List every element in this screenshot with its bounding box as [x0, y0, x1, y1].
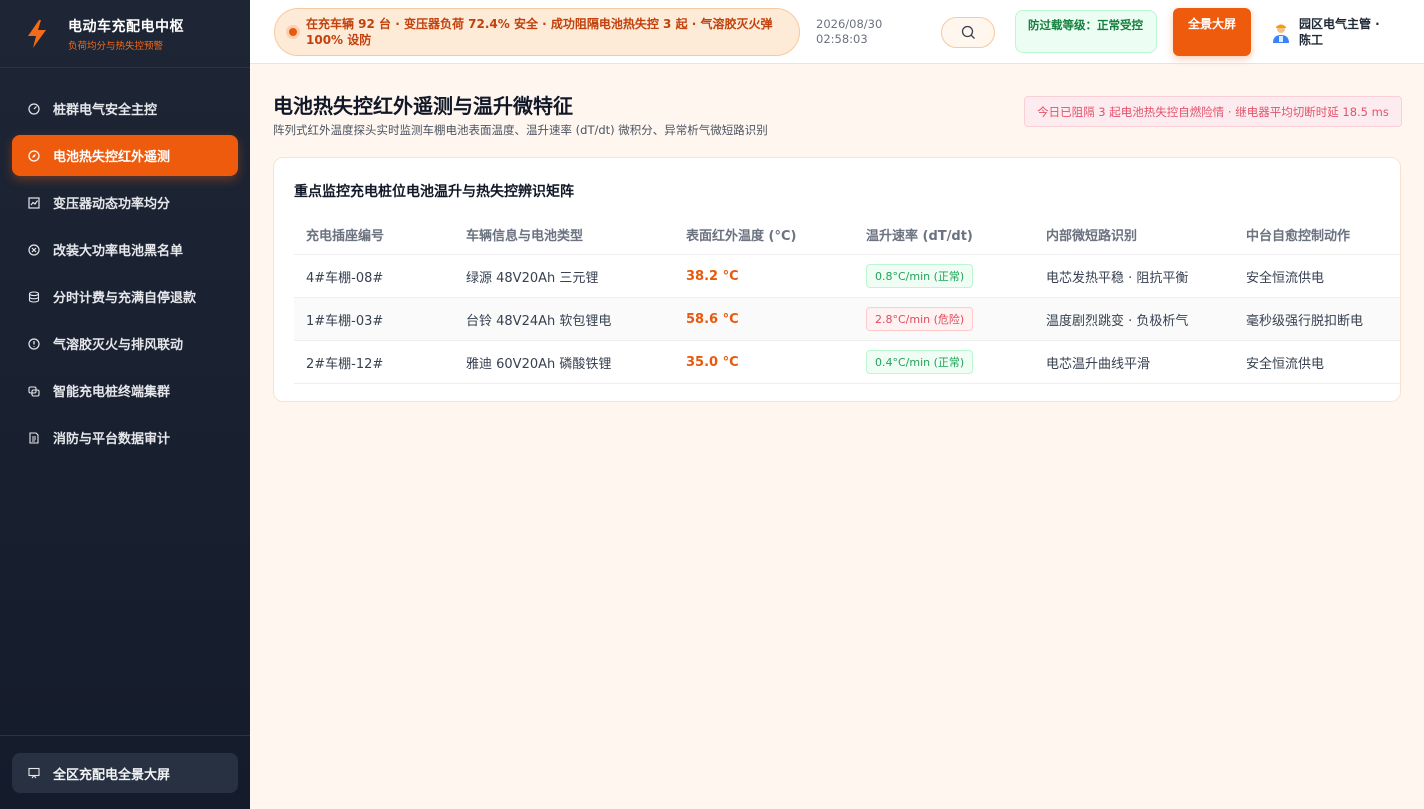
fullscreen-button[interactable]: 全景大屏 — [1173, 8, 1251, 56]
column-header-temperature: 表面红外温度 (°C) — [686, 229, 797, 244]
sidebar-item-label: 分时计费与充满自停退款 — [53, 291, 197, 306]
ban-icon — [28, 243, 40, 256]
status-banner: 在充车辆 92 台 · 变压器负荷 72.4% 安全 · 成功阻隔电池热失控 3… — [274, 8, 800, 56]
table-row[interactable]: 4#车棚-08# 绿源 48V20Ah 三元锂 38.2 °C 0.8°C/mi… — [294, 255, 1400, 298]
cell-action: 毫秒级强行脱扣断电 — [1246, 313, 1364, 329]
user-profile[interactable]: 园区电气主管 · 陈工 — [1271, 16, 1395, 48]
column-header-socket: 充电插座编号 — [306, 229, 385, 244]
cell-action: 安全恒流供电 — [1246, 356, 1325, 372]
lightning-icon — [28, 19, 46, 48]
page-description: 阵列式红外温度探头实时监测车棚电池表面温度、温升速率 (dT/dt) 微积分、异… — [273, 123, 768, 137]
search-icon — [961, 25, 975, 39]
top-header: 在充车辆 92 台 · 变压器负荷 72.4% 安全 · 成功阻隔电池热失控 3… — [250, 0, 1424, 64]
thermal-matrix-card: 重点监控充电桩位电池温升与热失控辨识矩阵 充电插座编号 车辆信息与电池类型 表面… — [273, 157, 1401, 402]
cell-vehicle: 绿源 48V20Ah 三元锂 — [466, 270, 599, 286]
rate-badge: 0.4°C/min (正常) — [866, 350, 974, 374]
column-header-vehicle: 车辆信息与电池类型 — [466, 229, 584, 244]
sidebar-item-label: 消防与平台数据审计 — [53, 432, 171, 447]
sidebar-item-terminal-cluster[interactable]: 智能充电桩终端集群 — [12, 370, 238, 411]
cell-rate: 0.8°C/min (正常) — [854, 264, 1034, 288]
alert-icon — [28, 337, 40, 350]
sidebar-item-label: 智能充电桩终端集群 — [53, 385, 171, 400]
sidebar-nav: 桩群电气安全主控 电池热失控红外遥测 变压器动态功率均分 改装大功率电池黑名单 … — [0, 68, 250, 458]
gauge-icon — [28, 102, 40, 115]
column-header-rate: 温升速率 (dT/dt) — [866, 229, 973, 244]
cell-temperature: 38.2 °C — [686, 268, 739, 284]
sidebar-item-label: 桩群电气安全主控 — [53, 103, 158, 118]
cell-rate: 0.4°C/min (正常) — [854, 350, 1034, 374]
sidebar-item-transformer-balance[interactable]: 变压器动态功率均分 — [12, 182, 238, 223]
sidebar-item-pile-safety[interactable]: 桩群电气安全主控 — [12, 88, 238, 129]
overload-protection-badge: 防过载等级：正常受控 — [1015, 10, 1157, 53]
panorama-screen-label: 全区充配电全景大屏 — [53, 767, 171, 783]
cell-vehicle: 台铃 48V24Ah 软包锂电 — [466, 313, 612, 329]
status-text: 在充车辆 92 台 · 变压器负荷 72.4% 安全 · 成功阻隔电池热失控 3… — [306, 17, 773, 47]
rate-badge: 2.8°C/min (危险) — [866, 307, 974, 331]
current-date: 2026/08/30 — [816, 17, 883, 31]
cell-vehicle: 雅迪 60V20Ah 磷酸铁锂 — [466, 356, 612, 372]
brand: 电动车充配电中枢 负荷均分与热失控预警 — [0, 0, 250, 68]
chart-icon — [28, 196, 40, 209]
cell-socket: 2#车棚-12# — [306, 356, 384, 372]
cell-socket: 1#车棚-03# — [306, 313, 384, 329]
column-header-action: 中台自愈控制动作 — [1246, 229, 1351, 244]
document-icon — [29, 431, 39, 444]
table-row[interactable]: 2#车棚-12# 雅迪 60V20Ah 磷酸铁锂 35.0 °C 0.4°C/m… — [294, 341, 1400, 384]
sidebar-item-fire-suppression[interactable]: 气溶胶灭火与排风联动 — [12, 323, 238, 364]
column-header-short-circuit: 内部微短路识别 — [1046, 229, 1138, 244]
user-name: 园区电气主管 · 陈工 — [1299, 17, 1380, 47]
sidebar-item-data-audit[interactable]: 消防与平台数据审计 — [12, 417, 238, 458]
avatar — [1273, 24, 1289, 43]
sidebar-item-label: 改装大功率电池黑名单 — [53, 244, 184, 259]
table-row[interactable]: 1#车棚-03# 台铃 48V24Ah 软包锂电 58.6 °C 2.8°C/m… — [294, 298, 1400, 341]
database-icon — [28, 290, 40, 303]
brand-title: 电动车充配电中枢 — [68, 18, 184, 35]
brand-subtitle: 负荷均分与热失控预警 — [68, 40, 164, 52]
current-time: 02:58:03 — [816, 32, 868, 46]
cell-short-circuit: 电芯温升曲线平滑 — [1046, 356, 1151, 372]
rate-badge: 0.8°C/min (正常) — [866, 264, 974, 288]
sidebar: 电动车充配电中枢 负荷均分与热失控预警 桩群电气安全主控 电池热失控红外遥测 变… — [0, 0, 250, 809]
cell-temperature: 35.0 °C — [686, 354, 739, 370]
sidebar-item-label: 气溶胶灭火与排风联动 — [53, 338, 184, 353]
layers-icon — [28, 385, 40, 397]
datetime: 2026/08/30 02:58:03 — [816, 17, 882, 47]
table-header: 充电插座编号 车辆信息与电池类型 表面红外温度 (°C) 温升速率 (dT/dt… — [294, 215, 1400, 255]
cell-action: 安全恒流供电 — [1246, 270, 1325, 286]
sidebar-item-label: 电池热失控红外遥测 — [53, 150, 171, 165]
compass-icon — [28, 149, 40, 162]
cell-rate: 2.8°C/min (危险) — [854, 307, 1034, 331]
sidebar-item-battery-blacklist[interactable]: 改装大功率电池黑名单 — [12, 229, 238, 270]
status-dot-icon — [289, 28, 297, 36]
alert-banner: 今日已阻隔 3 起电池热失控自燃险情 · 继电器平均切断时延 18.5 ms — [1024, 96, 1402, 127]
sidebar-item-label: 变压器动态功率均分 — [53, 197, 171, 212]
panorama-screen-button[interactable]: 全区充配电全景大屏 — [12, 753, 238, 793]
cell-short-circuit: 电芯发热平稳 · 阻抗平衡 — [1046, 270, 1189, 286]
thermal-matrix-table: 充电插座编号 车辆信息与电池类型 表面红外温度 (°C) 温升速率 (dT/dt… — [294, 215, 1400, 384]
sidebar-footer: 全区充配电全景大屏 — [0, 735, 250, 809]
monitor-icon — [28, 767, 40, 779]
cell-short-circuit: 温度剧烈跳变 · 负极析气 — [1046, 313, 1189, 329]
sidebar-item-billing-refund[interactable]: 分时计费与充满自停退款 — [12, 276, 238, 317]
cell-socket: 4#车棚-08# — [306, 270, 384, 286]
page-title: 电池热失控红外遥测与温升微特征 — [273, 94, 573, 118]
card-title: 重点监控充电桩位电池温升与热失控辨识矩阵 — [294, 184, 574, 200]
search-button[interactable] — [941, 17, 995, 48]
cell-temperature: 58.6 °C — [686, 311, 739, 327]
sidebar-item-thermal-telemetry[interactable]: 电池热失控红外遥测 — [12, 135, 238, 176]
